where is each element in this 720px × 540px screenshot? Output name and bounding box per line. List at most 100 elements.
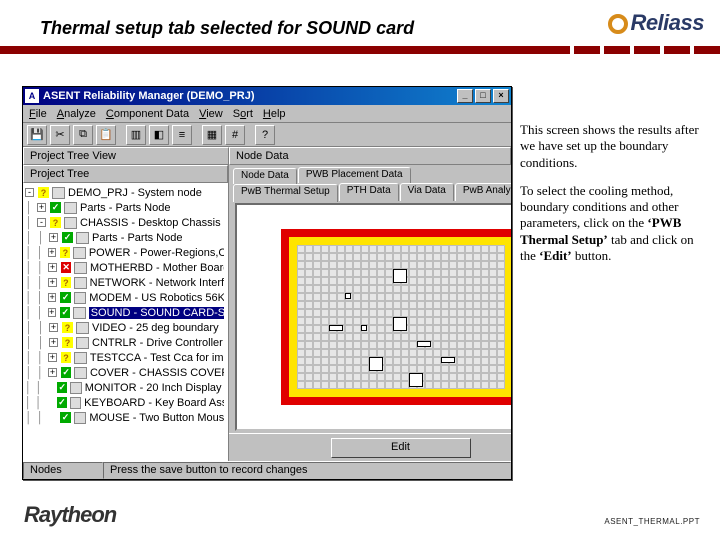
component-icon[interactable] bbox=[393, 269, 407, 283]
component-icon[interactable] bbox=[409, 373, 423, 387]
toolbar-calc-icon[interactable]: # bbox=[225, 125, 245, 145]
cover-icon bbox=[74, 367, 87, 379]
tree-row[interactable]: │-?CHASSIS - Desktop Chassis bbox=[23, 215, 228, 230]
tab-via-data[interactable]: Via Data bbox=[400, 183, 454, 201]
component-icon[interactable] bbox=[345, 293, 351, 299]
toolbar-action3-icon[interactable]: ≡ bbox=[172, 125, 192, 145]
menu-sort[interactable]: Sort bbox=[233, 108, 253, 120]
status-warn-icon: ? bbox=[61, 277, 72, 288]
menu-view[interactable]: View bbox=[199, 108, 223, 120]
close-button[interactable]: × bbox=[493, 89, 509, 103]
status-ok-icon: ✓ bbox=[62, 232, 73, 243]
tab-node-data[interactable]: Node Data bbox=[233, 168, 297, 184]
tree-row[interactable]: ││+✓MODEM - US Robotics 56K I bbox=[23, 290, 228, 305]
tree-label: COVER - CHASSIS COVER bbox=[90, 367, 224, 379]
tree-row[interactable]: ││+✓Parts - Parts Node bbox=[23, 230, 228, 245]
tree-row[interactable]: ││+?CNTRLR - Drive Controller bbox=[23, 335, 228, 350]
tree-expander[interactable]: + bbox=[48, 353, 57, 362]
titlebar[interactable]: A ASENT Reliability Manager (DEMO_PRJ) _… bbox=[23, 87, 511, 105]
status-ok-icon: ✓ bbox=[50, 202, 61, 213]
status-ok-icon: ✓ bbox=[57, 397, 67, 408]
minimize-button[interactable]: _ bbox=[457, 89, 473, 103]
tree-row[interactable]: ││✓MONITOR - 20 Inch Display Mor bbox=[23, 380, 228, 395]
status-ok-icon: ✓ bbox=[60, 307, 70, 318]
pane-headers: Project Tree View Node Data bbox=[23, 147, 511, 165]
logo-reliass: Reliass bbox=[608, 10, 704, 36]
tree-label: TESTCCA - Test Cca for imp bbox=[90, 352, 224, 364]
status-warn-icon: ? bbox=[61, 352, 72, 363]
tab-pwb-thermal-setup[interactable]: PwB Thermal Setup bbox=[233, 184, 338, 202]
menubar: File Analyze Component Data View Sort He… bbox=[23, 105, 511, 123]
tree-row[interactable]: ││+✓SOUND - SOUND CARD-SJ bbox=[23, 305, 228, 320]
toolbar-cut-icon[interactable]: ✂ bbox=[50, 125, 70, 145]
project-tree[interactable]: -?DEMO_PRJ - System node│+✓Parts - Parts… bbox=[23, 183, 228, 461]
card-icon bbox=[74, 262, 87, 274]
tree-row[interactable]: ││+?NETWORK - Network Interfa bbox=[23, 275, 228, 290]
menu-file[interactable]: File bbox=[29, 108, 47, 120]
statusbar: Nodes Press the save button to record ch… bbox=[23, 461, 511, 479]
tree-expander[interactable]: + bbox=[49, 338, 58, 347]
toolbar-action1-icon[interactable]: ▥ bbox=[126, 125, 146, 145]
tree-row[interactable]: ││+?VIDEO - 25 deg boundary bbox=[23, 320, 228, 335]
mouse-icon bbox=[74, 412, 87, 424]
tree-expander[interactable]: + bbox=[48, 308, 57, 317]
pwb-thermal-canvas[interactable] bbox=[235, 203, 511, 431]
tree-row[interactable]: ││+?POWER - Power-Regions,Co bbox=[23, 245, 228, 260]
chassis-icon bbox=[64, 217, 77, 229]
tree-label: MOUSE - Two Button Mouse bbox=[89, 412, 224, 424]
card-icon bbox=[73, 307, 85, 319]
side-description: This screen shows the results after we h… bbox=[520, 122, 708, 276]
tab-pwb-analysis-results[interactable]: PwB Analysis Results bbox=[455, 183, 511, 201]
tree-expander[interactable]: + bbox=[48, 278, 57, 287]
tree-expander[interactable]: + bbox=[48, 248, 57, 257]
component-icon[interactable] bbox=[369, 357, 383, 371]
tree-label: VIDEO - 25 deg boundary bbox=[92, 322, 219, 334]
tab-pth-data[interactable]: PTH Data bbox=[339, 183, 399, 201]
status-ok-icon: ✓ bbox=[57, 382, 67, 393]
menu-component-data[interactable]: Component Data bbox=[106, 108, 189, 120]
slide-title: Thermal setup tab selected for SOUND car… bbox=[40, 18, 414, 39]
component-icon[interactable] bbox=[417, 341, 431, 347]
status-warn-icon: ? bbox=[50, 217, 61, 228]
menu-help[interactable]: Help bbox=[263, 108, 286, 120]
tree-label: DEMO_PRJ - System node bbox=[68, 187, 202, 199]
tree-label: CNTRLR - Drive Controller bbox=[92, 337, 223, 349]
component-icon[interactable] bbox=[361, 325, 367, 331]
tree-label: POWER - Power-Regions,Co bbox=[89, 247, 224, 259]
toolbar-copy-icon[interactable]: ⧉ bbox=[73, 125, 93, 145]
tree-row[interactable]: ││+✓COVER - CHASSIS COVER bbox=[23, 365, 228, 380]
pane-header-left: Project Tree View bbox=[23, 147, 229, 165]
component-icon[interactable] bbox=[393, 317, 407, 331]
tree-label: Parts - Parts Node bbox=[80, 202, 170, 214]
tree-expander[interactable]: - bbox=[37, 218, 46, 227]
tree-expander[interactable]: - bbox=[25, 188, 34, 197]
tree-expander[interactable]: + bbox=[48, 293, 57, 302]
tree-row[interactable]: -?DEMO_PRJ - System node bbox=[23, 185, 228, 200]
component-icon[interactable] bbox=[329, 325, 343, 331]
tab-pwb-placement-data[interactable]: PWB Placement Data bbox=[298, 167, 411, 183]
toolbar-help-icon[interactable]: ? bbox=[255, 125, 275, 145]
tree-row[interactable]: ││+✕MOTHERBD - Mother Board bbox=[23, 260, 228, 275]
tree-expander[interactable]: + bbox=[48, 263, 57, 272]
card-icon bbox=[73, 247, 85, 259]
component-icon[interactable] bbox=[441, 357, 455, 363]
toolbar-save-icon[interactable]: 💾 bbox=[27, 125, 47, 145]
menu-analyze[interactable]: Analyze bbox=[57, 108, 96, 120]
tree-expander[interactable]: + bbox=[49, 233, 58, 242]
tree-row[interactable]: ││+?TESTCCA - Test Cca for imp bbox=[23, 350, 228, 365]
edit-button[interactable]: Edit bbox=[331, 438, 471, 458]
toolbar-action4-icon[interactable]: ▦ bbox=[202, 125, 222, 145]
tree-expander[interactable]: + bbox=[49, 323, 58, 332]
card-icon bbox=[74, 352, 87, 364]
toolbar-paste-icon[interactable]: 📋 bbox=[96, 125, 116, 145]
tree-expander[interactable]: + bbox=[37, 203, 46, 212]
maximize-button[interactable]: □ bbox=[475, 89, 491, 103]
app-window: A ASENT Reliability Manager (DEMO_PRJ) _… bbox=[22, 86, 512, 480]
tree-row[interactable]: ││✓MOUSE - Two Button Mouse bbox=[23, 410, 228, 425]
tree-expander[interactable]: + bbox=[48, 368, 57, 377]
tree-row[interactable]: ││✓KEYBOARD - Key Board Assemt bbox=[23, 395, 228, 410]
parts-icon bbox=[76, 232, 89, 244]
status-warn-icon: ? bbox=[62, 337, 73, 348]
toolbar-action2-icon[interactable]: ◧ bbox=[149, 125, 169, 145]
tree-row[interactable]: │+✓Parts - Parts Node bbox=[23, 200, 228, 215]
